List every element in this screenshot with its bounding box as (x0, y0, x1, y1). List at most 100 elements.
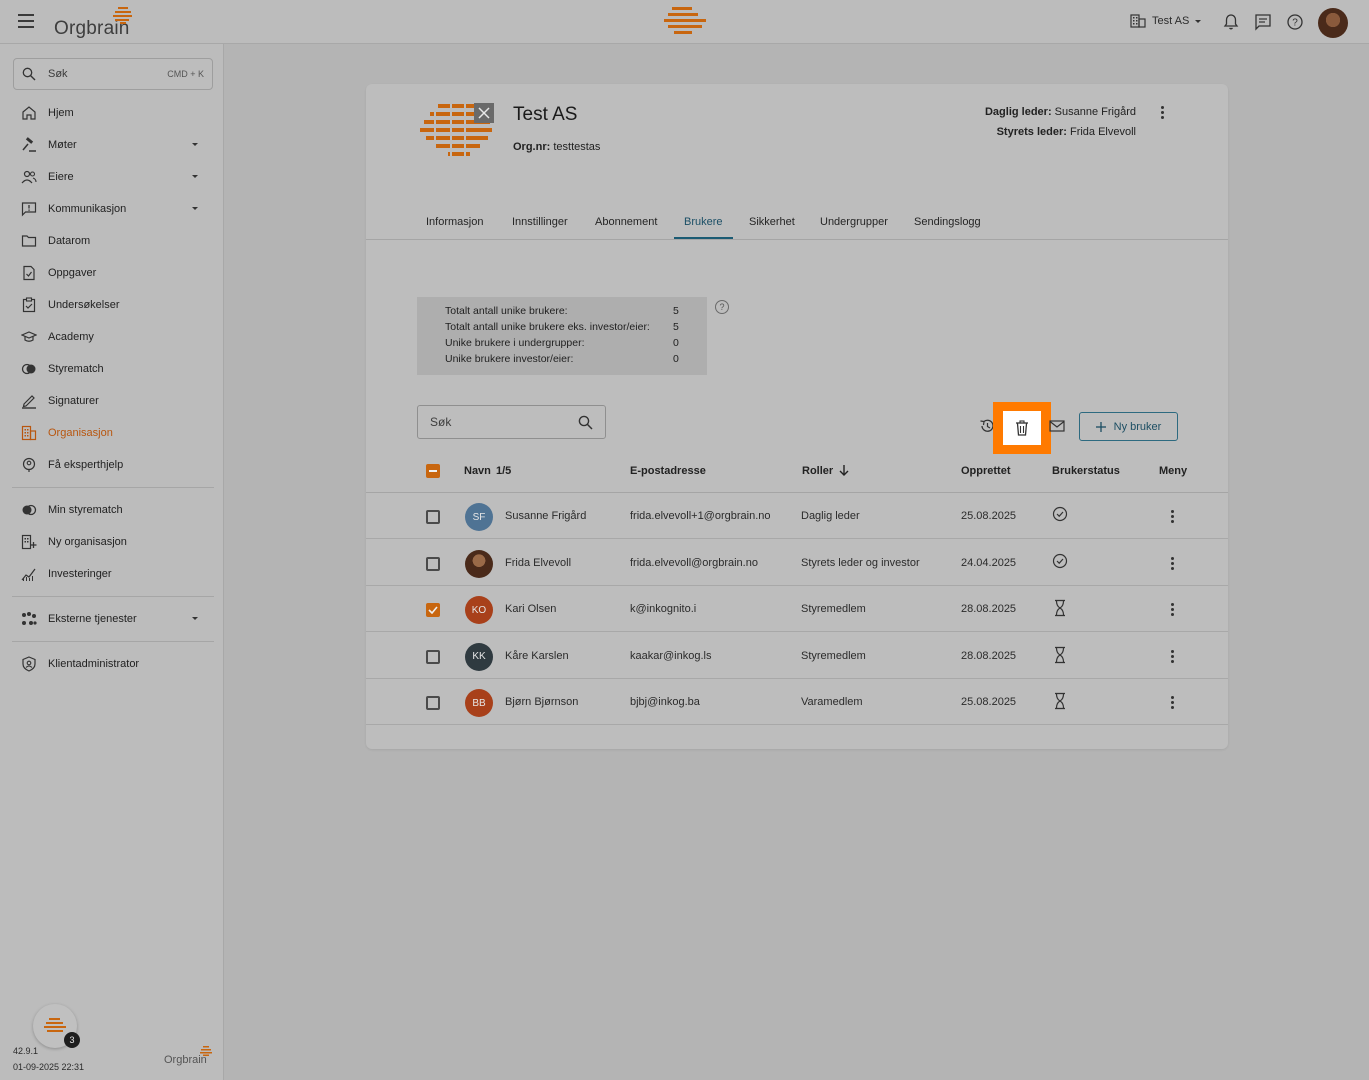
search-placeholder: Søk (430, 415, 452, 429)
bell-icon[interactable] (1222, 13, 1240, 31)
hourglass-icon (1052, 692, 1070, 710)
svg-text:?: ? (1292, 18, 1298, 29)
header-name[interactable]: Navn (464, 465, 491, 477)
header-email[interactable]: E-postadresse (630, 465, 706, 477)
sidebar-item-oppgaver[interactable]: Oppgaver (0, 257, 224, 289)
tab-sendingslogg[interactable]: Sendingslogg (914, 216, 981, 228)
tab-sikkerhet[interactable]: Sikkerhet (749, 216, 795, 228)
user-name: Frida Elvevoll (505, 556, 572, 569)
row-checkbox[interactable] (426, 556, 440, 571)
header-roles[interactable]: Roller (802, 465, 849, 477)
tab-innstillinger[interactable]: Innstillinger (512, 216, 568, 228)
tab-abonnement[interactable]: Abonnement (595, 216, 657, 228)
caret-down-icon[interactable] (192, 207, 198, 210)
table-row[interactable]: KO Kari Olsen k@inkognito.i Styremedlem 28.0… (366, 586, 1228, 632)
sidebar-item-eksterne-tjenester[interactable]: Eksterne tjenester (0, 603, 224, 635)
stat-value: 5 (673, 305, 679, 317)
row-checkbox[interactable] (426, 696, 440, 710)
sidebar-item-investeringer[interactable]: Investeringer (0, 558, 224, 590)
tab-undergrupper[interactable]: Undergrupper (820, 216, 888, 228)
org-switcher[interactable]: Test AS (1130, 14, 1202, 28)
header-created[interactable]: Opprettet (961, 465, 1011, 477)
new-user-button[interactable]: Ny bruker (1079, 412, 1178, 441)
active-tab-indicator (674, 237, 733, 239)
table-row[interactable]: Frida Elvevoll frida.elvevoll@orgbrain.no… (366, 540, 1228, 586)
org-menu-button[interactable] (1161, 106, 1165, 121)
table-row[interactable]: SF Susanne Frigård frida.elvevoll+1@orgbra… (366, 493, 1228, 539)
row-menu-button[interactable] (1171, 696, 1175, 711)
chat-icon[interactable] (1254, 13, 1272, 31)
sidebar-item-eiere[interactable]: Eiere (0, 161, 224, 193)
sidebar-item-undersokelser[interactable]: Undersøkelser (0, 289, 224, 321)
brand-logo[interactable]: Orgbrain (54, 6, 144, 40)
remove-logo-button[interactable] (474, 103, 494, 123)
organization-card: Test AS Org.nr: testtestas Daglig leder:… (366, 84, 1228, 749)
email-button[interactable] (1048, 417, 1066, 435)
delete-selected-button[interactable] (993, 402, 1051, 454)
row-menu-button[interactable] (1171, 510, 1175, 525)
row-checkbox[interactable] (426, 603, 440, 617)
stat-row: Unike brukere i undergrupper: 0 (445, 337, 707, 353)
stat-label: Totalt antall unike brukere: (445, 305, 568, 317)
row-menu-button[interactable] (1171, 556, 1175, 572)
sidebar-item-label: Møter (48, 139, 77, 151)
sidebar-item-signaturer[interactable]: Signaturer (0, 385, 224, 417)
sidebar-nav: Hjem Møter Eiere Kommunikasjon Datarom O… (0, 97, 224, 680)
sidebar-item-label: Ny organisasjon (48, 536, 127, 548)
sidebar-item-ny-organisasjon[interactable]: Ny organisasjon (0, 526, 224, 558)
stat-row: Totalt antall unike brukere: 5 (445, 305, 707, 321)
sidebar-item-datarom[interactable]: Datarom (0, 225, 224, 257)
sidebar: Søk CMD + K Hjem Møter Eiere Kommunikasj… (0, 44, 224, 1080)
message-alert-icon (20, 200, 38, 218)
sidebar-item-kommunikasjon[interactable]: Kommunikasjon (0, 193, 224, 225)
user-name: Kari Olsen (505, 603, 557, 615)
caret-down-icon[interactable] (192, 143, 198, 146)
delete-button-inner[interactable] (1003, 411, 1041, 445)
select-all-checkbox[interactable] (426, 464, 440, 478)
user-stats-panel: Totalt antall unike brukere: 5 Totalt ant… (417, 297, 707, 375)
daglig-leder-label: Daglig leder: (984, 106, 1052, 118)
stats-help-icon[interactable]: ? (715, 300, 729, 314)
menu-icon[interactable] (18, 14, 34, 28)
arrow-down-icon (839, 465, 849, 476)
sidebar-item-min-styrematch[interactable]: Min styrematch (0, 494, 224, 526)
gavel-icon (20, 136, 38, 154)
table-row[interactable]: BB Bjørn Bjørnson bjbj@inkog.ba Varamedlem 2… (366, 679, 1228, 725)
sidebar-item-label: Klientadministrator (48, 658, 140, 670)
caret-down-icon[interactable] (192, 175, 198, 178)
header-status[interactable]: Brukerstatus (1052, 465, 1120, 477)
user-avatar[interactable] (1318, 8, 1348, 38)
user-role: Varamedlem (801, 696, 863, 708)
styrets-leder: Styrets leder: Frida Elvevoll (985, 122, 1136, 142)
table-row[interactable]: KK Kåre Karslen kaakar@inkog.ls Styremedlem… (366, 633, 1228, 679)
tab-brukere[interactable]: Brukere (684, 216, 723, 228)
help-icon[interactable]: ? (1286, 13, 1304, 31)
caret-down-icon (1195, 19, 1202, 23)
row-menu-button[interactable] (1171, 649, 1175, 665)
org-leaders: Daglig leder: Susanne Frigård Styrets le… (985, 102, 1136, 142)
user-search-input[interactable]: Søk (417, 405, 606, 439)
tab-informasjon[interactable]: Informasjon (426, 216, 483, 228)
caret-down-icon[interactable] (192, 617, 198, 620)
row-menu-button[interactable] (1171, 603, 1175, 618)
sidebar-item-label: Investeringer (48, 568, 112, 580)
brain-icon (44, 1018, 66, 1032)
stat-row: Totalt antall unike brukere eks. investo… (445, 321, 707, 337)
sidebar-item-styrematch[interactable]: Styrematch (0, 353, 224, 385)
sidebar-item-ekspert[interactable]: Få eksperthjelp (0, 449, 224, 481)
sidebar-item-label: Få eksperthjelp (48, 459, 124, 471)
user-role: Styremedlem (801, 603, 866, 615)
task-icon (20, 264, 38, 282)
sidebar-item-hjem[interactable]: Hjem (0, 97, 224, 129)
avatar: SF (465, 503, 493, 531)
sidebar-item-organisasjon[interactable]: Organisasjon (0, 417, 224, 449)
sidebar-search[interactable]: Søk CMD + K (13, 58, 213, 90)
row-checkbox[interactable] (426, 510, 440, 524)
sidebar-item-academy[interactable]: Academy (0, 321, 224, 353)
sidebar-item-moter[interactable]: Møter (0, 129, 224, 161)
sidebar-item-label: Datarom (48, 235, 91, 247)
divider (12, 596, 214, 597)
row-checkbox[interactable] (426, 649, 440, 664)
sidebar-item-klientadministrator[interactable]: Klientadministrator (0, 648, 224, 680)
people-icon (20, 168, 38, 186)
